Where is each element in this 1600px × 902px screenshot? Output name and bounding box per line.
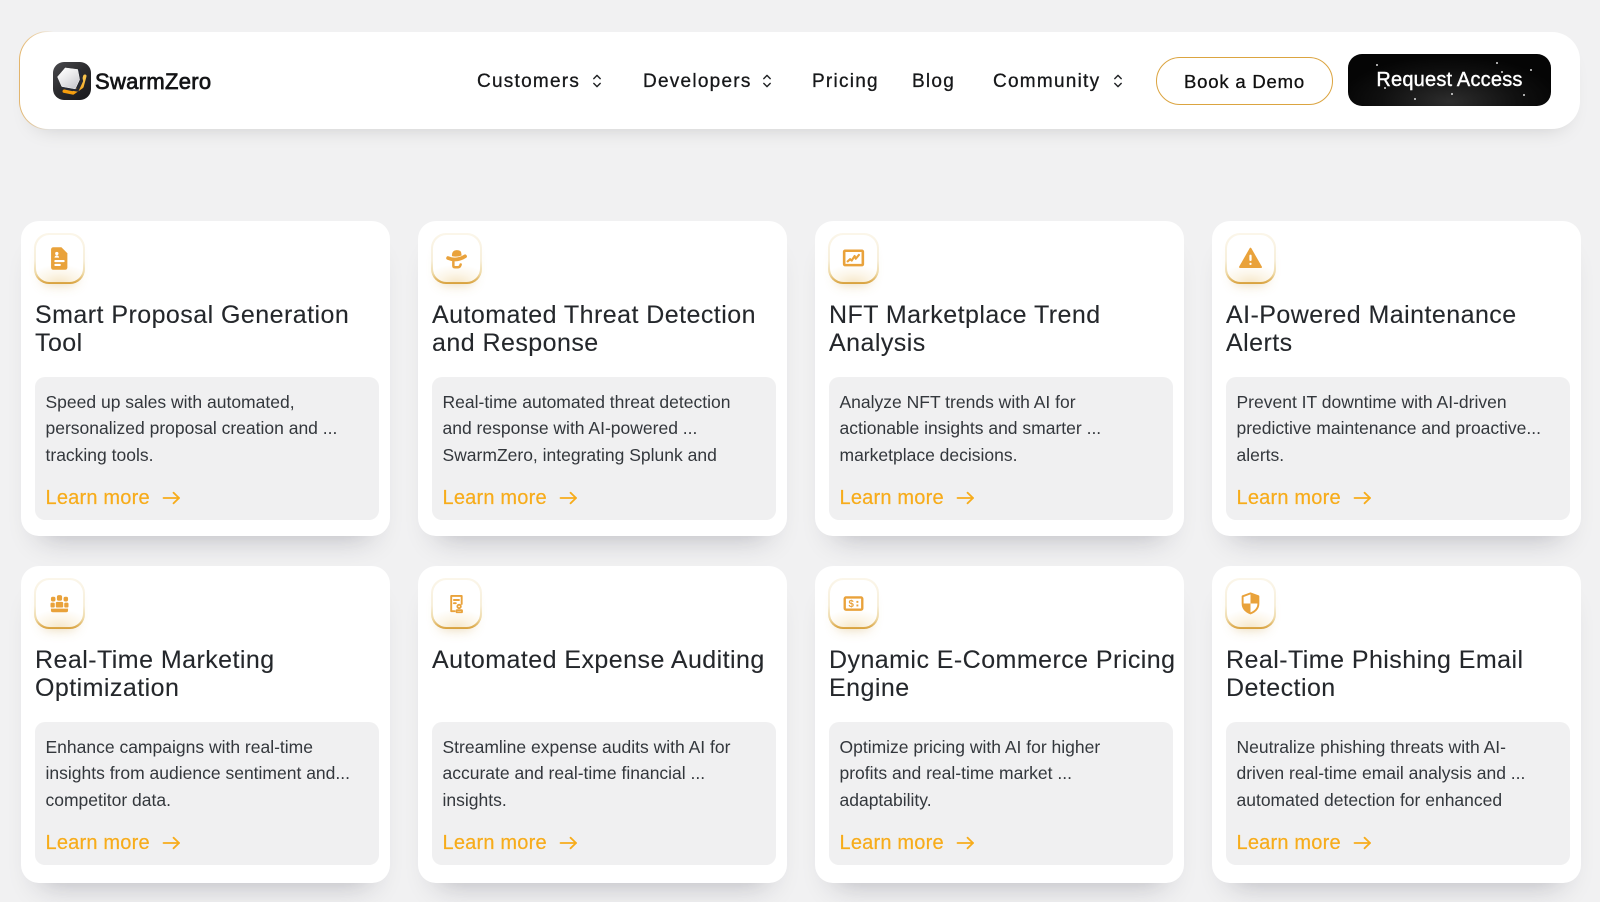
svg-text:$: $ xyxy=(849,599,855,610)
